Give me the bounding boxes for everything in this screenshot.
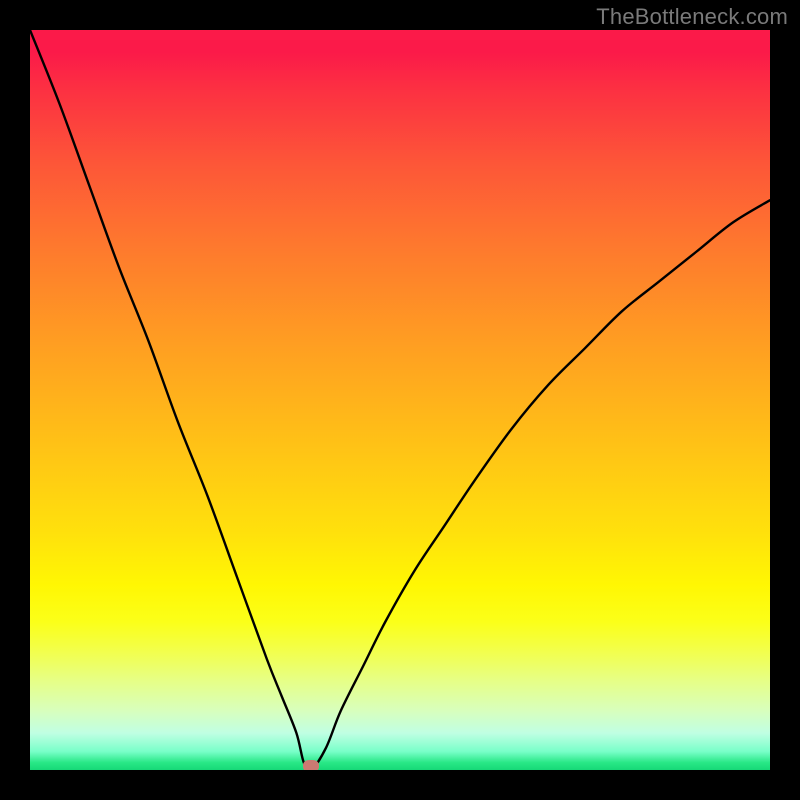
plot-area	[30, 30, 770, 770]
watermark-text: TheBottleneck.com	[596, 4, 788, 30]
bottleneck-curve	[30, 30, 770, 770]
optimum-marker	[303, 760, 319, 770]
chart-frame: TheBottleneck.com	[0, 0, 800, 800]
